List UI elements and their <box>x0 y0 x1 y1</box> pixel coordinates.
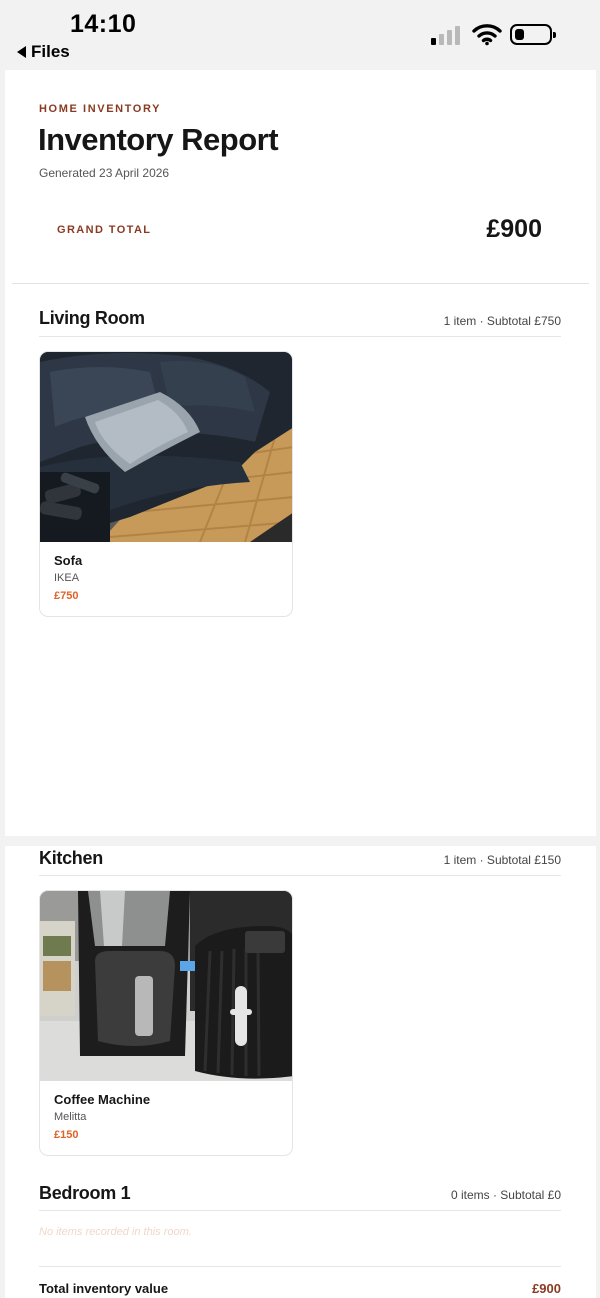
item-name: Sofa <box>54 553 83 568</box>
status-time: 14:10 <box>70 10 137 38</box>
room-meta-living-room: 1 item · Subtotal £750 <box>443 314 561 328</box>
item-price: £750 <box>54 590 79 602</box>
battery-icon <box>510 24 556 45</box>
room-meta-bedroom-1: 0 items · Subtotal £0 <box>450 1188 561 1202</box>
item-name: Coffee Machine <box>54 1092 151 1107</box>
wifi-icon <box>472 24 502 46</box>
room-divider <box>39 336 561 337</box>
room-divider <box>39 1210 561 1211</box>
item-photo-sofa <box>40 352 292 542</box>
room-meta-kitchen: 1 item · Subtotal £150 <box>443 853 561 867</box>
item-brand: IKEA <box>54 572 80 584</box>
report-page-2: Kitchen 1 item · Subtotal £150 Coffee Ma… <box>5 846 596 1298</box>
report-page-1: HOME INVENTORY Inventory Report Generate… <box>5 70 596 836</box>
item-card-sofa[interactable]: Sofa IKEA £750 <box>39 351 293 617</box>
page-title: Inventory Report <box>38 122 279 157</box>
footer-divider <box>39 1266 561 1267</box>
item-price: £150 <box>54 1129 79 1141</box>
empty-room-note: No items recorded in this room. <box>39 1226 192 1238</box>
cellular-signal-icon <box>431 25 460 45</box>
item-photo-coffee-machine <box>40 891 292 1081</box>
back-label: Files <box>31 42 70 61</box>
room-title-bedroom-1: Bedroom 1 <box>39 1183 131 1203</box>
total-inventory-label: Total inventory value <box>39 1281 169 1296</box>
header-divider <box>12 283 589 284</box>
item-card-coffee-machine[interactable]: Coffee Machine Melitta £150 <box>39 890 293 1156</box>
room-title-kitchen: Kitchen <box>39 848 103 868</box>
back-arrow-icon <box>17 46 26 58</box>
generated-date: Generated 23 April 2026 <box>39 166 170 180</box>
report-eyebrow: HOME INVENTORY <box>39 103 162 115</box>
back-to-files-button[interactable]: Files <box>17 42 70 62</box>
total-inventory-value: £900 <box>532 1281 561 1296</box>
grand-total-label: GRAND TOTAL <box>57 224 152 236</box>
room-divider <box>39 875 561 876</box>
status-bar: 14:10 Files <box>0 0 600 68</box>
item-brand: Melitta <box>54 1111 87 1123</box>
grand-total-value: £900 <box>486 215 542 243</box>
room-title-living-room: Living Room <box>39 308 145 328</box>
